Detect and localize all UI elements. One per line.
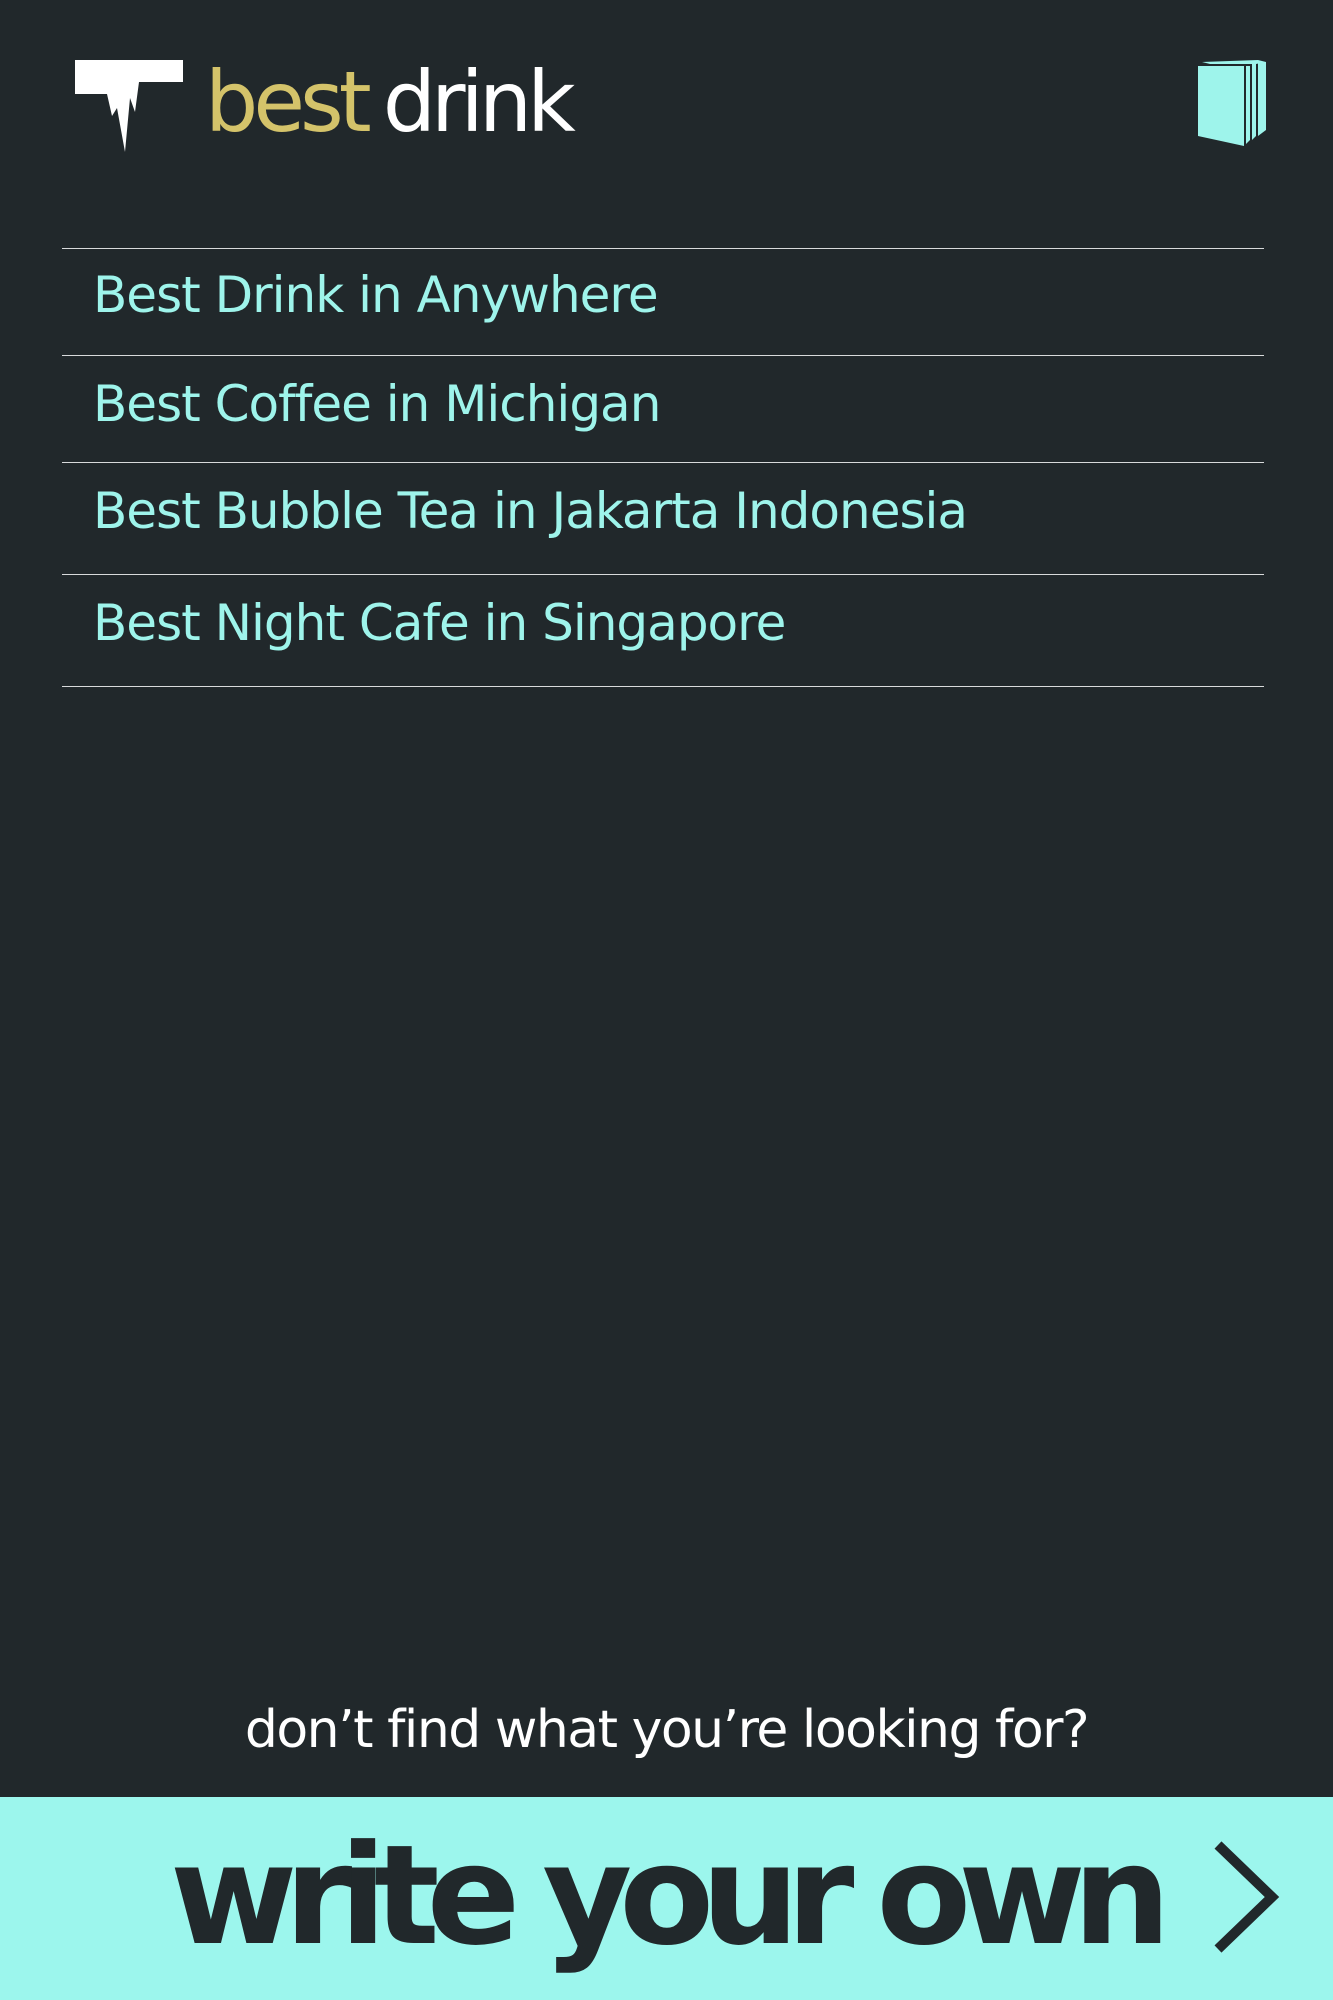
list-item-label: Best Drink in Anywhere <box>93 266 659 324</box>
brand-word-drink: drink <box>382 53 576 151</box>
list-item-label: Best Night Cafe in Singapore <box>93 594 786 652</box>
list-item-best-drink-anywhere[interactable]: Best Drink in Anywhere <box>62 249 1264 356</box>
drink-list: Best Drink in Anywhere Best Coffee in Mi… <box>62 248 1264 687</box>
write-your-own-label: write your own <box>169 1815 1171 1976</box>
list-item-label: Best Bubble Tea in Jakarta Indonesia <box>93 482 968 540</box>
book-menu-icon[interactable] <box>1196 60 1268 146</box>
brand-word-best: best <box>205 53 372 151</box>
not-found-prompt: don’t find what you’re looking for? <box>244 1700 1090 1760</box>
list-item-best-night-cafe-singapore[interactable]: Best Night Cafe in Singapore <box>62 575 1264 687</box>
list-item-best-coffee-michigan[interactable]: Best Coffee in Michigan <box>62 356 1264 463</box>
list-item-best-bubble-tea-jakarta[interactable]: Best Bubble Tea in Jakarta Indonesia <box>62 463 1264 575</box>
write-your-own-button[interactable]: write your own <box>0 1797 1333 2000</box>
list-item-label: Best Coffee in Michigan <box>93 375 661 433</box>
bird-logo-icon <box>75 60 183 152</box>
brand-logo[interactable]: best drink <box>205 52 576 152</box>
chevron-right-icon <box>1214 1841 1280 1953</box>
app-header: best drink <box>0 0 1333 200</box>
